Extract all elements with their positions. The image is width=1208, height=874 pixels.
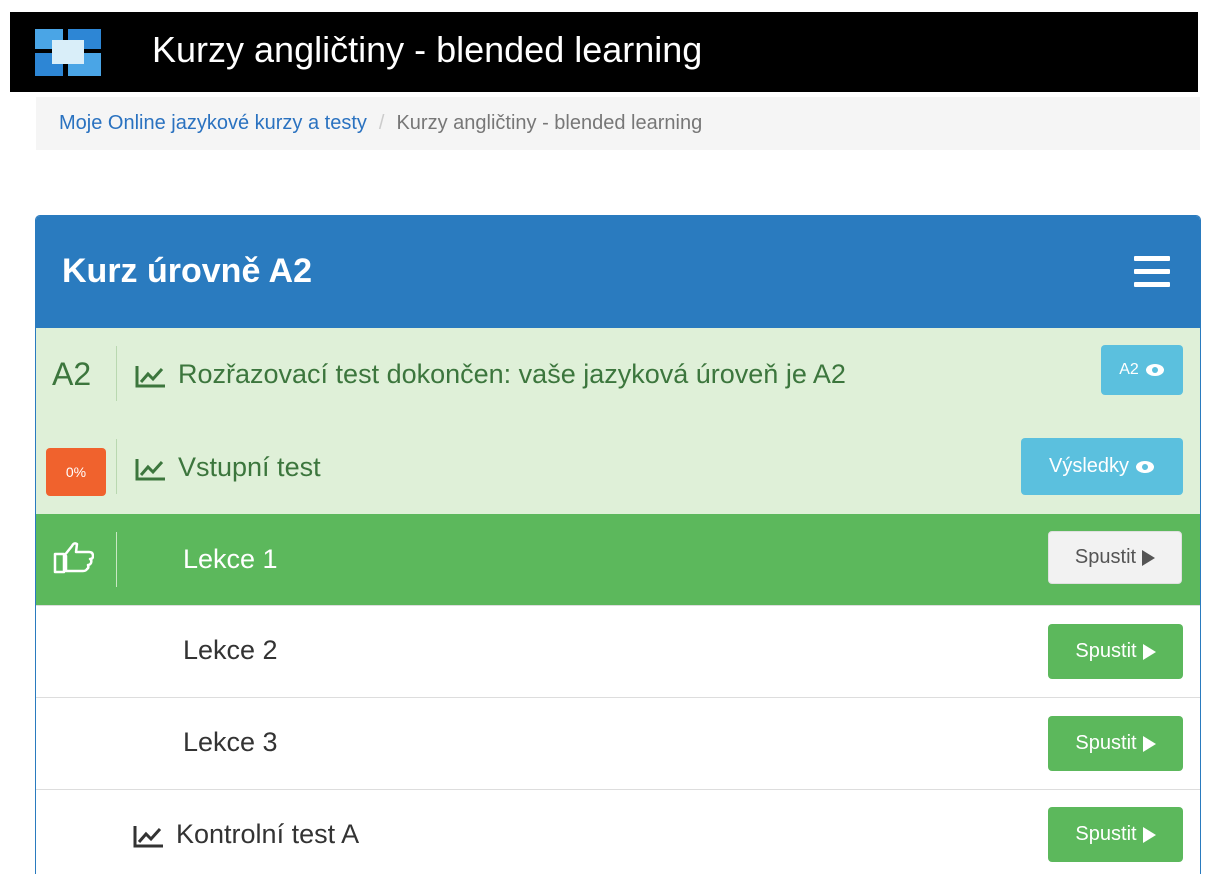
start-lesson-3-button[interactable]: Spustit <box>1048 716 1183 771</box>
row-control-test: Kontrolní test A Spustit <box>36 789 1200 874</box>
row-placement-test: A2 Rozřazovací test dokončen: vaše jazyk… <box>36 328 1200 421</box>
row-label: Rozřazovací test dokončen: vaše jazyková… <box>178 359 846 389</box>
row-label: Lekce 1 <box>183 544 278 574</box>
results-button[interactable]: Výsledky <box>1021 438 1183 495</box>
row-divider <box>116 439 117 494</box>
menu-icon[interactable] <box>1134 256 1170 288</box>
eye-icon <box>1136 460 1155 473</box>
row-divider <box>116 532 117 587</box>
row-lesson-3: Lekce 3 Spustit <box>36 697 1200 788</box>
row-label: Vstupní test <box>178 452 321 482</box>
panel-title: Kurz úrovně A2 <box>62 252 313 290</box>
row-label: Kontrolní test A <box>176 819 360 849</box>
play-icon <box>1142 826 1156 843</box>
level-result-button[interactable]: A2 <box>1101 345 1183 395</box>
top-bar: Kurzy angličtiny - blended learning <box>10 12 1198 92</box>
button-label: Spustit <box>1075 823 1137 845</box>
course-panel: Kurz úrovně A2 A2 Rozřazovací test dokon… <box>35 215 1201 874</box>
button-label: Spustit <box>1075 640 1137 662</box>
row-entry-test: 0% Vstupní test Výsledky <box>36 421 1200 514</box>
start-lesson-2-button[interactable]: Spustit <box>1048 624 1183 679</box>
row-lesson-1: Lekce 1 Spustit <box>36 514 1200 605</box>
row-divider <box>116 346 117 401</box>
row-label: Lekce 3 <box>183 727 278 757</box>
panel-header: Kurz úrovně A2 <box>36 216 1200 328</box>
chart-line-icon <box>135 459 165 481</box>
hand-pointer-icon <box>53 542 94 574</box>
chart-line-icon <box>135 366 165 388</box>
button-label: Výsledky <box>1048 455 1130 477</box>
level-label: A2 <box>52 356 92 392</box>
button-label: A2 <box>1119 361 1139 378</box>
eye-icon <box>1145 364 1164 376</box>
breadcrumb-current: Kurzy angličtiny - blended learning <box>396 112 703 134</box>
row-label: Lekce 2 <box>183 635 278 665</box>
breadcrumb-link-courses[interactable]: Moje Online jazykové kurzy a testy <box>59 112 367 135</box>
breadcrumb-separator: / <box>378 112 385 134</box>
button-label: Spustit <box>1074 546 1137 568</box>
progress-badge: 0% <box>46 448 106 496</box>
row-lesson-2: Lekce 2 Spustit <box>36 605 1200 696</box>
button-label: Spustit <box>1075 732 1137 754</box>
play-icon <box>1142 643 1156 660</box>
play-icon <box>1142 735 1156 752</box>
app-logo-icon[interactable] <box>35 29 101 76</box>
play-icon <box>1142 549 1156 566</box>
start-lesson-1-button[interactable]: Spustit <box>1048 531 1182 584</box>
app-title: Kurzy angličtiny - blended learning <box>152 29 703 70</box>
start-control-test-button[interactable]: Spustit <box>1048 807 1183 862</box>
chart-line-icon <box>133 826 163 848</box>
breadcrumb: Moje Online jazykové kurzy a testy / Kur… <box>36 97 1200 150</box>
